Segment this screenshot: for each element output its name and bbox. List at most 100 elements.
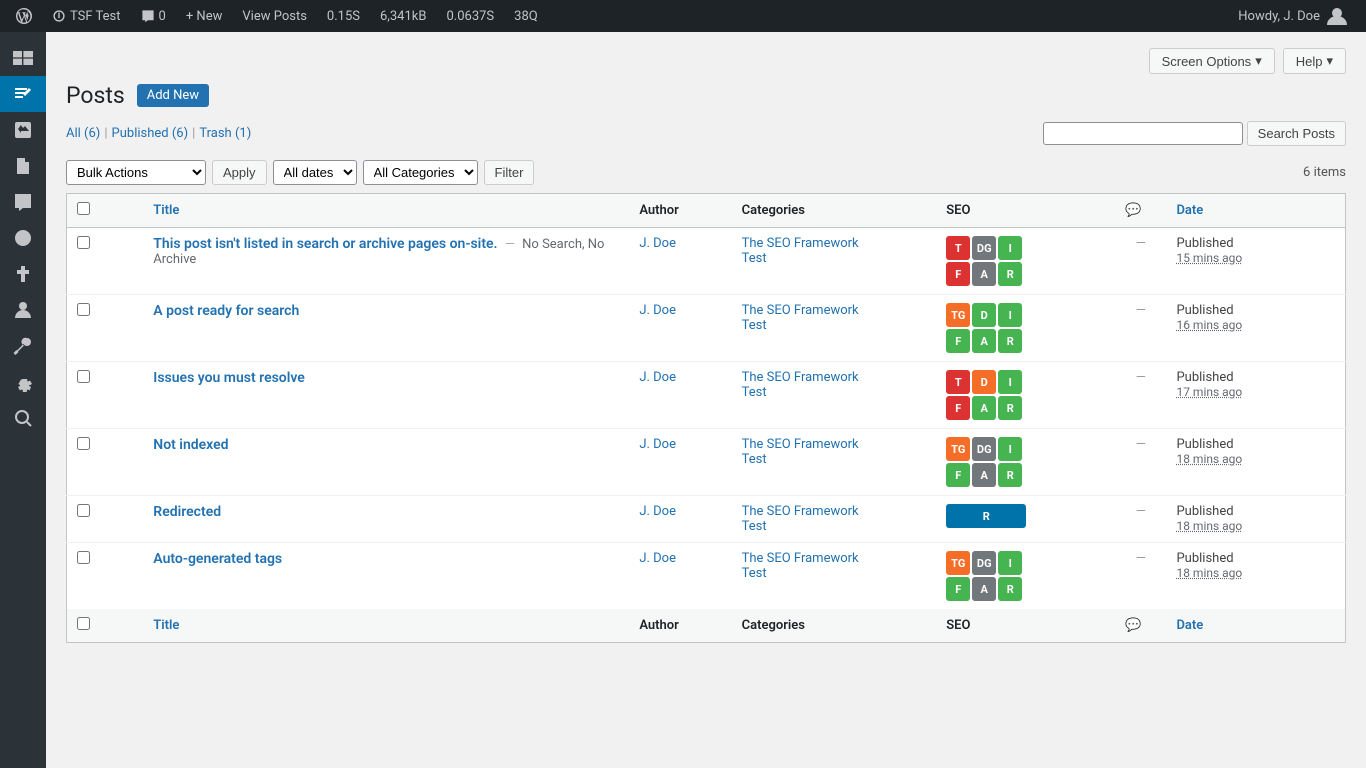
- adminbar-howdy[interactable]: Howdy, J. Doe: [1230, 0, 1358, 32]
- post-title-link-3[interactable]: Not indexed: [153, 437, 228, 453]
- seo-badge-0-2: I: [998, 236, 1022, 260]
- filter-trash[interactable]: Trash (1): [199, 126, 251, 141]
- cat-link2-0[interactable]: Test: [742, 251, 767, 266]
- post-title-link-2[interactable]: Issues you must resolve: [153, 370, 305, 386]
- col-header-seo: SEO: [936, 194, 1115, 228]
- bulk-actions-select[interactable]: Bulk Actions Edit Move to Trash: [66, 160, 206, 185]
- post-title-link-5[interactable]: Auto-generated tags: [153, 551, 282, 567]
- screen-options-button[interactable]: Screen Options ▾: [1149, 48, 1275, 74]
- row-checkbox-3[interactable]: [77, 437, 90, 450]
- adminbar-comments[interactable]: 0: [133, 0, 174, 32]
- seo-badges-1: TGDIFAR: [946, 303, 1066, 353]
- date-status-3: Published: [1176, 437, 1233, 452]
- sidebar-item-media[interactable]: [0, 112, 46, 148]
- cat-link2-5[interactable]: Test: [742, 566, 767, 581]
- sort-date-link[interactable]: Date: [1176, 203, 1203, 218]
- post-title-link-4[interactable]: Redirected: [153, 504, 221, 520]
- seo-badge-2-2: I: [998, 370, 1022, 394]
- sidebar-item-pages[interactable]: [0, 148, 46, 184]
- seo-badge-wide-4: R: [946, 504, 1026, 528]
- cat-link2-2[interactable]: Test: [742, 385, 767, 400]
- filter-links: All (6) | Published (6) | Trash (1): [66, 126, 251, 141]
- sort-title-link[interactable]: Title: [153, 203, 179, 218]
- cat-link-0[interactable]: The SEO Framework: [742, 236, 859, 251]
- date-time-2: 17 mins ago: [1176, 385, 1242, 399]
- categories-select[interactable]: All Categories: [363, 160, 478, 185]
- sidebar-item-seo[interactable]: [0, 400, 46, 436]
- seo-badges-0: TDGIFAR: [946, 236, 1066, 286]
- wp-logo[interactable]: [8, 0, 40, 32]
- filter-button[interactable]: Filter: [484, 160, 535, 185]
- apply-button[interactable]: Apply: [212, 160, 267, 185]
- table-row: This post isn't listed in search or arch…: [67, 228, 1346, 295]
- post-title-link-0[interactable]: This post isn't listed in search or arch…: [153, 236, 497, 252]
- filter-all[interactable]: All (6): [66, 126, 100, 141]
- filter-published[interactable]: Published (6): [112, 126, 189, 141]
- sidebar-item-posts[interactable]: [0, 76, 46, 112]
- comments-count: 0: [159, 9, 166, 24]
- adminbar-site[interactable]: TSF Test: [44, 0, 129, 32]
- dates-select[interactable]: All dates: [273, 160, 357, 185]
- cat-link-3[interactable]: The SEO Framework: [742, 437, 859, 452]
- table-row: A post ready for search J. Doe The SEO Fra…: [67, 295, 1346, 362]
- seo-badge-5-2: I: [998, 551, 1022, 575]
- sort-date-footer-link[interactable]: Date: [1176, 618, 1203, 633]
- adminbar-view-posts[interactable]: View Posts: [234, 0, 315, 32]
- date-time-3: 18 mins ago: [1176, 452, 1242, 466]
- seo-badges-2: TDIFAR: [946, 370, 1066, 420]
- seo-badges-3: TGDGIFAR: [946, 437, 1066, 487]
- select-all-footer-checkbox[interactable]: [77, 617, 90, 630]
- add-new-button[interactable]: Add New: [137, 84, 209, 107]
- post-title-link-1[interactable]: A post ready for search: [153, 303, 299, 319]
- sidebar-item-comments[interactable]: [0, 184, 46, 220]
- cat-link-2[interactable]: The SEO Framework: [742, 370, 859, 385]
- sidebar-item-settings[interactable]: [0, 364, 46, 400]
- cat-link-4[interactable]: The SEO Framework: [742, 504, 859, 519]
- search-posts-button[interactable]: Search Posts: [1247, 121, 1346, 146]
- row-checkbox-0[interactable]: [77, 236, 90, 249]
- seo-badge-5-4: A: [972, 577, 996, 601]
- seo-badge-3-5: R: [998, 463, 1022, 487]
- seo-badge-0-3: F: [946, 262, 970, 286]
- sidebar-item-dashboard[interactable]: [0, 40, 46, 76]
- sidebar-item-users[interactable]: [0, 292, 46, 328]
- col-header-checkbox: [67, 194, 144, 228]
- seo-badge-2-4: A: [972, 396, 996, 420]
- adminbar-perf4: 38Q: [506, 0, 546, 32]
- seo-badge-1-1: D: [972, 303, 996, 327]
- col-header-date: Date: [1166, 194, 1345, 228]
- date-status-2: Published: [1176, 370, 1233, 385]
- seo-badge-1-3: F: [946, 329, 970, 353]
- cat-link2-1[interactable]: Test: [742, 318, 767, 333]
- cat-link-1[interactable]: The SEO Framework: [742, 303, 859, 318]
- select-all-checkbox[interactable]: [77, 202, 90, 215]
- table-row: Not indexed J. Doe The SEO FrameworkTest TG…: [67, 429, 1346, 496]
- seo-badge-0-4: A: [972, 262, 996, 286]
- sidebar-item-plugins[interactable]: [0, 256, 46, 292]
- author-link-1[interactable]: J. Doe: [639, 303, 676, 318]
- sidebar-item-tools[interactable]: [0, 328, 46, 364]
- cat-link2-4[interactable]: Test: [742, 519, 767, 534]
- col-footer-checkbox: [67, 609, 144, 643]
- sort-title-footer-link[interactable]: Title: [153, 618, 179, 633]
- row-checkbox-1[interactable]: [77, 303, 90, 316]
- col-header-comments: 💬: [1115, 194, 1166, 228]
- author-link-0[interactable]: J. Doe: [639, 236, 676, 251]
- row-checkbox-5[interactable]: [77, 551, 90, 564]
- row-checkbox-2[interactable]: [77, 370, 90, 383]
- seo-badge-0-5: R: [998, 262, 1022, 286]
- sidebar-item-appearance[interactable]: [0, 220, 46, 256]
- date-status-5: Published: [1176, 551, 1233, 566]
- main-content: Screen Options ▾ Help ▾ Posts Add New Al…: [46, 32, 1366, 768]
- cat-link-5[interactable]: The SEO Framework: [742, 551, 859, 566]
- row-checkbox-4[interactable]: [77, 504, 90, 517]
- seo-badge-0-1: DG: [972, 236, 996, 260]
- author-link-4[interactable]: J. Doe: [639, 504, 676, 519]
- help-button[interactable]: Help ▾: [1283, 48, 1346, 74]
- author-link-3[interactable]: J. Doe: [639, 437, 676, 452]
- author-link-5[interactable]: J. Doe: [639, 551, 676, 566]
- search-input[interactable]: [1043, 122, 1243, 145]
- cat-link2-3[interactable]: Test: [742, 452, 767, 467]
- adminbar-new[interactable]: + New: [178, 0, 231, 32]
- author-link-2[interactable]: J. Doe: [639, 370, 676, 385]
